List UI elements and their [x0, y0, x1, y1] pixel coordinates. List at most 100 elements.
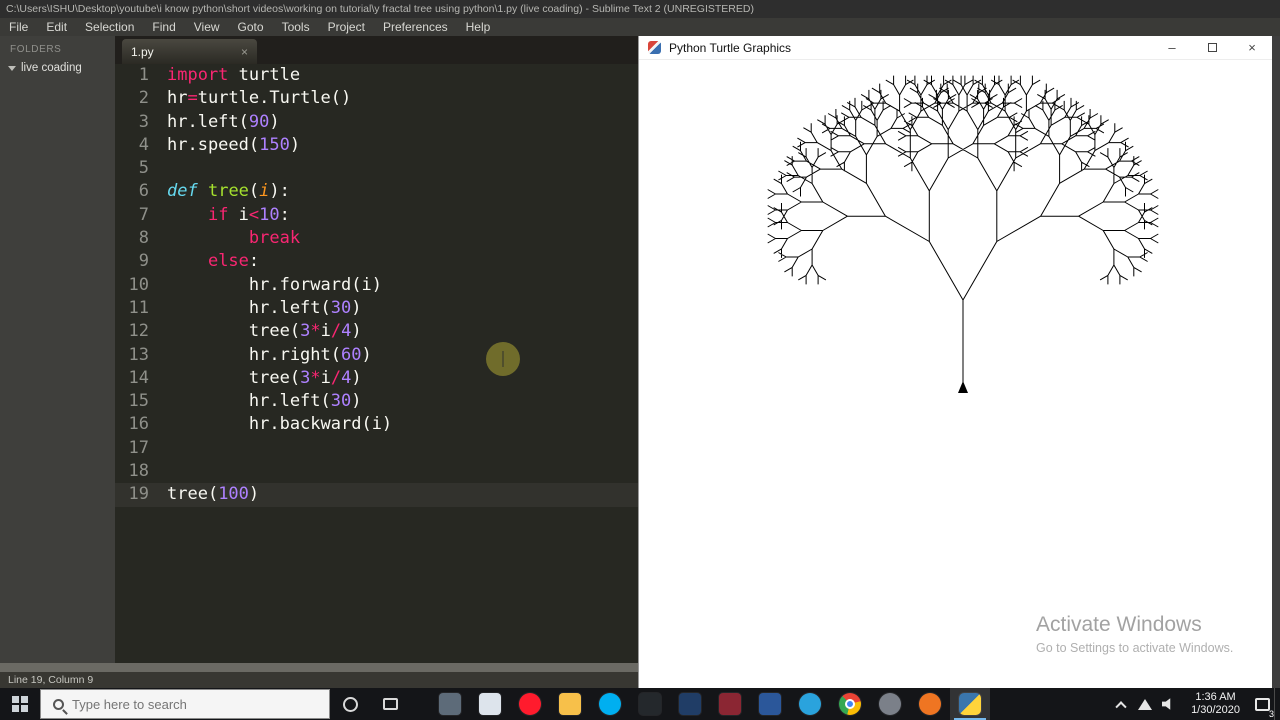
volume-button[interactable]: [1157, 688, 1181, 720]
line-number: 12: [115, 320, 149, 343]
code-text: hr.left(90): [149, 111, 280, 134]
code-line-8[interactable]: 8 break: [115, 227, 638, 250]
editor[interactable]: 1.py × 1import turtle2hr=turtle.Turtle()…: [115, 36, 638, 663]
sublime-title-bar[interactable]: C:\Users\ISHU\Desktop\youtube\i know pyt…: [0, 0, 1280, 18]
cortana-button[interactable]: [330, 688, 370, 720]
code-line-15[interactable]: 15 hr.left(30): [115, 390, 638, 413]
chrome-icon[interactable]: [830, 688, 870, 720]
menu-item-selection[interactable]: Selection: [76, 18, 143, 36]
turtle-canvas: Activate Windows Go to Settings to activ…: [639, 60, 1273, 688]
word-icon-glyph: [759, 693, 781, 715]
line-number: 2: [115, 87, 149, 110]
menu-item-tools[interactable]: Tools: [273, 18, 319, 36]
menu-item-find[interactable]: Find: [143, 18, 184, 36]
menu-item-file[interactable]: File: [0, 18, 37, 36]
folder-expand-icon[interactable]: [8, 66, 16, 71]
show-desktop-button[interactable]: [1274, 688, 1280, 720]
maximize-button[interactable]: [1192, 36, 1232, 59]
notification-icon: [1255, 698, 1270, 711]
code-line-9[interactable]: 9 else:: [115, 250, 638, 273]
line-number: 7: [115, 204, 149, 227]
code-line-13[interactable]: 13 hr.right(60): [115, 344, 638, 367]
sidebar-item-live-coading[interactable]: live coading: [0, 55, 115, 74]
code-line-6[interactable]: 6def tree(i):: [115, 180, 638, 203]
code-line-1[interactable]: 1import turtle: [115, 64, 638, 87]
code-line-12[interactable]: 12 tree(3*i/4): [115, 320, 638, 343]
utorrent-icon[interactable]: [910, 688, 950, 720]
task-view-button[interactable]: [370, 688, 410, 720]
skype-icon[interactable]: [590, 688, 630, 720]
terminal-icon[interactable]: [630, 688, 670, 720]
code-line-5[interactable]: 5: [115, 157, 638, 180]
start-button[interactable]: [0, 688, 40, 720]
volume-icon: [1162, 698, 1177, 711]
app-icon-1[interactable]: [430, 688, 470, 720]
app-icon-1-glyph: [439, 693, 461, 715]
code-text: tree(3*i/4): [149, 320, 362, 343]
code-line-3[interactable]: 3hr.left(90): [115, 111, 638, 134]
turtle-title-bar[interactable]: Python Turtle Graphics – ×: [639, 36, 1272, 60]
task-view-icon: [383, 698, 398, 710]
word-icon[interactable]: [750, 688, 790, 720]
code-lines[interactable]: 1import turtle2hr=turtle.Turtle()3hr.lef…: [115, 64, 638, 663]
python-app-icon[interactable]: [950, 688, 990, 720]
sidebar-folder-label: live coading: [21, 62, 82, 74]
maximize-icon: [1208, 43, 1217, 52]
turtle-window-scrollbar[interactable]: [1272, 36, 1280, 688]
code-line-4[interactable]: 4hr.speed(150): [115, 134, 638, 157]
menu-item-project[interactable]: Project: [319, 18, 374, 36]
code-line-18[interactable]: 18: [115, 460, 638, 483]
minimize-button[interactable]: –: [1152, 36, 1192, 59]
code-text: [149, 437, 167, 460]
code-line-16[interactable]: 16 hr.backward(i): [115, 413, 638, 436]
menu-item-view[interactable]: View: [185, 18, 229, 36]
code-line-10[interactable]: 10 hr.forward(i): [115, 274, 638, 297]
code-line-7[interactable]: 7 if i<10:: [115, 204, 638, 227]
code-line-14[interactable]: 14 tree(3*i/4): [115, 367, 638, 390]
close-button[interactable]: ×: [1232, 36, 1272, 59]
menu-item-edit[interactable]: Edit: [37, 18, 76, 36]
file-explorer-icon[interactable]: [550, 688, 590, 720]
telegram-icon[interactable]: [790, 688, 830, 720]
taskbar-search[interactable]: [40, 689, 330, 719]
search-icon: [53, 699, 64, 710]
app-icon-4[interactable]: [870, 688, 910, 720]
hidden-icons-button[interactable]: [1109, 688, 1133, 720]
media-player-icon[interactable]: [470, 688, 510, 720]
chevron-up-icon: [1115, 701, 1126, 712]
network-icon: [1138, 699, 1152, 710]
app-icon-4-glyph: [879, 693, 901, 715]
tab-bar: 1.py ×: [115, 36, 638, 64]
line-number: 17: [115, 437, 149, 460]
window-title: C:\Users\ISHU\Desktop\youtube\i know pyt…: [6, 3, 754, 15]
menu-item-goto[interactable]: Goto: [229, 18, 273, 36]
code-text: hr.left(30): [149, 390, 362, 413]
fractal-tree-drawing: [639, 60, 1273, 688]
turtle-cursor-icon: [958, 381, 968, 393]
horizontal-scrollbar[interactable]: [0, 663, 638, 672]
opera-icon[interactable]: [510, 688, 550, 720]
app-icon-2[interactable]: [670, 688, 710, 720]
taskbar-clock[interactable]: 1:36 AM 1/30/2020: [1191, 691, 1240, 717]
line-number: 15: [115, 390, 149, 413]
code-line-11[interactable]: 11 hr.left(30): [115, 297, 638, 320]
app-icon-3[interactable]: [710, 688, 750, 720]
code-text: hr=turtle.Turtle(): [149, 87, 351, 110]
code-line-17[interactable]: 17: [115, 437, 638, 460]
network-button[interactable]: [1133, 688, 1157, 720]
search-input[interactable]: [72, 697, 302, 712]
python-app-icon-glyph: [959, 693, 981, 715]
menu-item-preferences[interactable]: Preferences: [374, 18, 457, 36]
code-line-19[interactable]: 19tree(100): [115, 483, 638, 506]
turtle-graphics-window: Python Turtle Graphics – × Activate Wind…: [638, 36, 1280, 688]
action-center-button[interactable]: 3: [1250, 688, 1274, 720]
menu-item-help[interactable]: Help: [457, 18, 500, 36]
code-text: tree(3*i/4): [149, 367, 362, 390]
tab-1py[interactable]: 1.py ×: [122, 39, 257, 64]
tab-close-icon[interactable]: ×: [241, 45, 248, 59]
code-text: if i<10:: [149, 204, 290, 227]
code-text: tree(100): [149, 483, 259, 506]
line-number: 3: [115, 111, 149, 134]
line-number: 10: [115, 274, 149, 297]
code-line-2[interactable]: 2hr=turtle.Turtle(): [115, 87, 638, 110]
